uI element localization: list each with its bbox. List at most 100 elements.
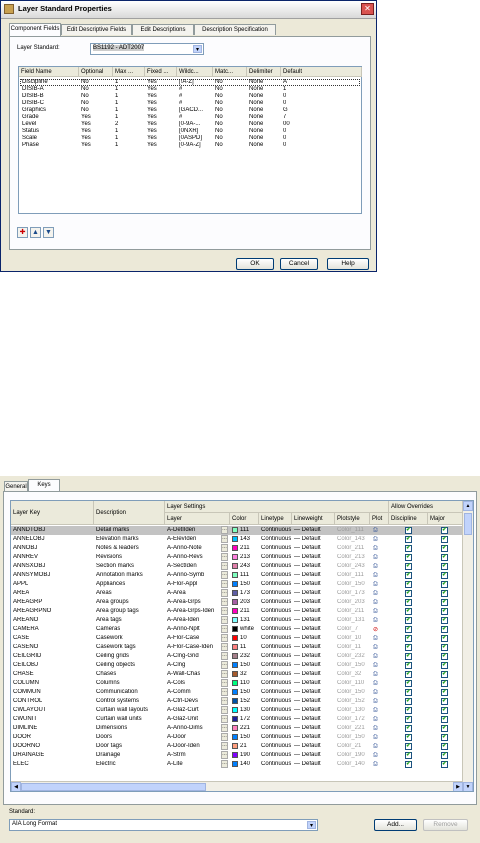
layer-name-cell[interactable]: A-Flor-Appl: [167, 581, 197, 587]
ellipsis-button[interactable]: …: [221, 589, 228, 597]
table-cell[interactable]: Yes: [81, 121, 91, 127]
printer-icon[interactable]: ⎙: [373, 590, 378, 597]
table-cell[interactable]: 1: [115, 86, 118, 92]
layer-name-cell[interactable]: A-Area-Grps-Iden: [167, 608, 214, 614]
scroll-left-icon[interactable]: ◀: [11, 782, 21, 791]
ellipsis-button[interactable]: …: [221, 553, 228, 561]
lineweight-cell[interactable]: — Default: [294, 671, 321, 677]
layer-name-cell[interactable]: A-Door: [167, 734, 186, 740]
lineweight-cell[interactable]: — Default: [294, 581, 321, 587]
description-cell[interactable]: Drainage: [96, 752, 120, 758]
linetype-cell[interactable]: Continuous: [261, 743, 291, 749]
ellipsis-button[interactable]: …: [221, 598, 228, 606]
layer-key-cell[interactable]: CEILGRID: [13, 653, 41, 659]
tab-general[interactable]: General: [4, 481, 28, 491]
table-row[interactable]: CEILGRID Ceiling grids A-Clng-Grid … 232 Cont…: [11, 652, 463, 661]
ellipsis-button[interactable]: …: [221, 535, 228, 543]
plotstyle-cell[interactable]: Color_7: [337, 626, 358, 632]
color-cell[interactable]: 213: [240, 554, 250, 560]
layer-name-cell[interactable]: A-Ctrl-Devs: [167, 698, 198, 704]
standard-select[interactable]: AIA Long Format ▾: [9, 819, 318, 831]
table-cell[interactable]: No: [215, 100, 223, 106]
color-cell[interactable]: 150: [240, 734, 250, 740]
table-row[interactable]: ANNOBJ Notes & leaders A-Anno-Note … 211 Cont…: [11, 544, 463, 553]
linetype-cell[interactable]: Continuous: [261, 554, 291, 560]
plotstyle-cell[interactable]: Color_150: [337, 581, 365, 587]
discipline-checkbox[interactable]: ✔: [405, 617, 412, 624]
ellipsis-button[interactable]: …: [221, 607, 228, 615]
printer-icon[interactable]: ⎙: [373, 662, 378, 669]
col-header-match[interactable]: Matc...: [213, 67, 247, 77]
layer-name-cell[interactable]: A-Wall-Chas: [167, 671, 200, 677]
description-cell[interactable]: Detail marks: [96, 527, 129, 533]
table-cell[interactable]: None: [249, 135, 263, 141]
pin-icon[interactable]: ✚: [17, 227, 28, 238]
major-checkbox[interactable]: ✔: [441, 761, 448, 768]
table-cell[interactable]: Yes: [81, 135, 91, 141]
discipline-checkbox[interactable]: ✔: [405, 662, 412, 669]
table-row[interactable]: AREA Areas A-Area … 173 Continuous — Default Co…: [11, 589, 463, 598]
ellipsis-button[interactable]: …: [221, 751, 228, 759]
table-cell[interactable]: None: [249, 86, 263, 92]
discipline-checkbox[interactable]: ✔: [405, 527, 412, 534]
table-cell[interactable]: 1: [115, 135, 118, 141]
major-checkbox[interactable]: ✔: [441, 644, 448, 651]
plotstyle-cell[interactable]: Color_111: [337, 527, 364, 533]
layer-name-cell[interactable]: A-DetlIden: [167, 527, 195, 533]
table-cell[interactable]: [0-9A-Z]: [179, 142, 201, 148]
linetype-cell[interactable]: Continuous: [261, 608, 291, 614]
printer-icon[interactable]: ⎙: [373, 653, 378, 660]
table-cell[interactable]: None: [249, 100, 263, 106]
linetype-cell[interactable]: Continuous: [261, 716, 291, 722]
table-cell[interactable]: DISIB-B: [22, 93, 44, 99]
layer-name-cell[interactable]: A-Area: [167, 590, 186, 596]
table-cell[interactable]: Yes: [147, 100, 157, 106]
description-cell[interactable]: Communication: [96, 689, 138, 695]
major-checkbox[interactable]: ✔: [441, 599, 448, 606]
table-cell[interactable]: Yes: [147, 107, 157, 113]
printer-icon[interactable]: ⎙: [373, 608, 378, 615]
table-cell[interactable]: None: [249, 142, 263, 148]
table-cell[interactable]: 1: [115, 142, 118, 148]
plotstyle-cell[interactable]: Color_10: [337, 635, 361, 641]
table-cell[interactable]: No: [215, 107, 223, 113]
plotstyle-cell[interactable]: Color_150: [337, 662, 365, 668]
ellipsis-button[interactable]: …: [221, 706, 228, 714]
table-row[interactable]: CWLAYOUT Curtain wall layouts A-Glaz-Curt ……: [11, 706, 463, 715]
ellipsis-button[interactable]: …: [221, 760, 228, 768]
table-cell[interactable]: No: [215, 128, 223, 134]
table-cell[interactable]: Yes: [147, 121, 157, 127]
linetype-cell[interactable]: Continuous: [261, 572, 291, 578]
linetype-cell[interactable]: Continuous: [261, 707, 291, 713]
col-header-max[interactable]: Max ...: [113, 67, 145, 77]
description-cell[interactable]: Chases: [96, 671, 116, 677]
table-cell[interactable]: No: [81, 100, 89, 106]
table-cell[interactable]: 0: [283, 128, 286, 134]
lineweight-cell[interactable]: — Default: [294, 536, 321, 542]
table-cell[interactable]: No: [215, 142, 223, 148]
table-cell[interactable]: #: [179, 100, 182, 106]
table-cell[interactable]: 1: [115, 107, 118, 113]
layer-key-cell[interactable]: DIMLINE: [13, 725, 37, 731]
col-header-discipline[interactable]: Discipline: [389, 513, 428, 525]
color-cell[interactable]: 131: [240, 617, 250, 623]
table-row[interactable]: APPL Appliances A-Flor-Appl … 150 Continuous —…: [11, 580, 463, 589]
layer-key-cell[interactable]: ELEC: [13, 761, 29, 767]
layer-key-cell[interactable]: ANNREV: [13, 554, 38, 560]
layer-key-cell[interactable]: AREAGRPNO: [13, 608, 51, 614]
description-cell[interactable]: Elevation marks: [96, 536, 139, 542]
layer-key-cell[interactable]: ANNSYMOBJ: [13, 572, 50, 578]
plotstyle-cell[interactable]: Color_130: [337, 707, 365, 713]
plotstyle-cell[interactable]: Color_21: [337, 743, 361, 749]
color-cell[interactable]: 203: [240, 599, 250, 605]
layer-key-cell[interactable]: CHASE: [13, 671, 34, 677]
table-cell[interactable]: No: [215, 93, 223, 99]
discipline-checkbox[interactable]: ✔: [405, 761, 412, 768]
linetype-cell[interactable]: Continuous: [261, 698, 291, 704]
layer-key-cell[interactable]: DOOR: [13, 734, 31, 740]
layer-key-cell[interactable]: ANNDTOBJ: [13, 527, 45, 533]
major-checkbox[interactable]: ✔: [441, 572, 448, 579]
linetype-cell[interactable]: Continuous: [261, 653, 291, 659]
discipline-checkbox[interactable]: ✔: [405, 545, 412, 552]
color-cell[interactable]: 10: [240, 635, 247, 641]
